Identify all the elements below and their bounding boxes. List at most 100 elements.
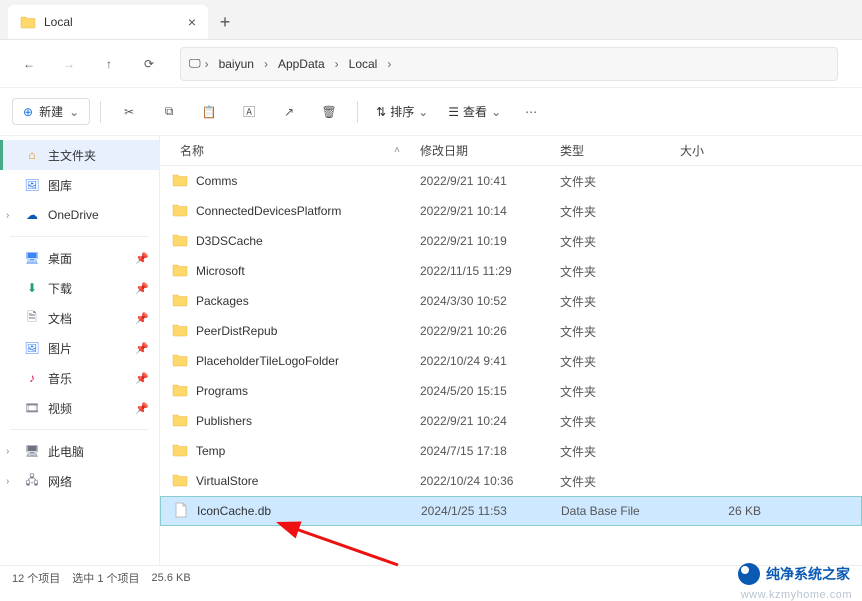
cloud-icon: ☁: [24, 207, 40, 223]
column-name[interactable]: 名称 ˄: [160, 142, 420, 159]
chevron-right-icon: ›: [264, 57, 268, 71]
paste-button[interactable]: 📋: [191, 94, 227, 130]
trash-icon: 🗑: [322, 105, 337, 119]
share-button[interactable]: ↗: [271, 94, 307, 130]
up-button[interactable]: ↑: [92, 47, 126, 81]
file-name: VirtualStore: [196, 474, 258, 488]
folder-icon: [172, 292, 188, 311]
file-row[interactable]: ConnectedDevicesPlatform2022/9/21 10:14文…: [160, 196, 862, 226]
sidebar-item-pictures[interactable]: 🖼 图片 📌: [0, 333, 159, 363]
file-type: 文件夹: [560, 443, 680, 460]
file-date: 2022/9/21 10:19: [420, 234, 560, 248]
sidebar-label: 下载: [48, 280, 72, 297]
sidebar-item-onedrive[interactable]: › ☁ OneDrive: [0, 200, 159, 230]
sidebar-item-videos[interactable]: 🎞 视频 📌: [0, 393, 159, 423]
rename-button[interactable]: 🄰: [231, 94, 267, 130]
chevron-right-icon: ›: [205, 57, 209, 71]
chevron-right-icon[interactable]: ›: [6, 476, 9, 487]
close-tab-icon[interactable]: ×: [188, 14, 196, 30]
file-row[interactable]: IconCache.db2024/1/25 11:53Data Base Fil…: [160, 496, 862, 526]
separator: [10, 429, 149, 430]
chevron-right-icon[interactable]: ›: [6, 446, 9, 457]
main-area: ⌂ 主文件夹 🖼 图库 › ☁ OneDrive 🖥 桌面 📌 ⬇ 下载 📌 🗎…: [0, 136, 862, 565]
sort-asc-icon: ˄: [394, 145, 400, 156]
file-date: 2022/9/21 10:41: [420, 174, 560, 188]
new-button[interactable]: ⊕ 新建 ⌄: [12, 98, 90, 125]
file-date: 2022/9/21 10:26: [420, 324, 560, 338]
sort-button[interactable]: ⇅ 排序 ⌄: [368, 99, 436, 124]
file-row[interactable]: Temp2024/7/15 17:18文件夹: [160, 436, 862, 466]
sidebar-item-network[interactable]: › 🖧 网络: [0, 466, 159, 496]
back-button[interactable]: ←: [12, 47, 46, 81]
list-icon: ☰: [448, 105, 459, 119]
chevron-right-icon: ›: [335, 57, 339, 71]
chevron-right-icon[interactable]: ›: [6, 210, 9, 221]
desktop-icon: 🖥: [24, 250, 40, 266]
tab-bar: Local × +: [0, 0, 862, 40]
folder-icon: [20, 14, 36, 30]
sidebar-item-downloads[interactable]: ⬇ 下载 📌: [0, 273, 159, 303]
address-bar[interactable]: 🖵 › baiyun › AppData › Local ›: [180, 47, 838, 81]
tab-title: Local: [44, 15, 73, 29]
new-tab-button[interactable]: +: [208, 5, 242, 39]
file-name: Packages: [196, 294, 249, 308]
pc-icon: 🖥: [24, 443, 40, 459]
file-size: 26 KB: [681, 504, 781, 518]
tab-local[interactable]: Local ×: [8, 5, 208, 39]
forward-button[interactable]: →: [52, 47, 86, 81]
rename-icon: 🄰: [243, 103, 255, 120]
file-list[interactable]: Comms2022/9/21 10:41文件夹ConnectedDevicesP…: [160, 166, 862, 565]
sidebar-item-thispc[interactable]: › 🖥 此电脑: [0, 436, 159, 466]
file-row[interactable]: D3DSCache2022/9/21 10:19文件夹: [160, 226, 862, 256]
watermark-url: www.kzmyhome.com: [741, 589, 852, 601]
breadcrumb-item[interactable]: AppData: [272, 57, 331, 71]
sidebar-item-desktop[interactable]: 🖥 桌面 📌: [0, 243, 159, 273]
file-row[interactable]: Packages2024/3/30 10:52文件夹: [160, 286, 862, 316]
chevron-right-icon: ›: [387, 57, 391, 71]
breadcrumb-item[interactable]: baiyun: [213, 57, 260, 71]
pin-icon[interactable]: 📌: [135, 402, 149, 415]
copy-button[interactable]: ⧉: [151, 94, 187, 130]
view-button[interactable]: ☰ 查看 ⌄: [440, 99, 509, 124]
breadcrumb-item[interactable]: Local: [343, 57, 384, 71]
separator: [100, 101, 101, 123]
copy-icon: ⧉: [165, 104, 174, 119]
file-row[interactable]: Microsoft2022/11/15 11:29文件夹: [160, 256, 862, 286]
separator: [357, 101, 358, 123]
pin-icon[interactable]: 📌: [135, 282, 149, 295]
sort-icon: ⇅: [376, 105, 386, 119]
sidebar-label: 此电脑: [48, 443, 84, 460]
file-type: 文件夹: [560, 203, 680, 220]
document-icon: 🗎: [24, 310, 40, 326]
pin-icon[interactable]: 📌: [135, 342, 149, 355]
file-row[interactable]: Programs2024/5/20 15:15文件夹: [160, 376, 862, 406]
file-row[interactable]: Comms2022/9/21 10:41文件夹: [160, 166, 862, 196]
more-button[interactable]: ⋯: [513, 94, 549, 130]
pictures-icon: 🖼: [24, 340, 40, 356]
sidebar-item-gallery[interactable]: 🖼 图库: [0, 170, 159, 200]
pin-icon[interactable]: 📌: [135, 372, 149, 385]
file-row[interactable]: VirtualStore2022/10/24 10:36文件夹: [160, 466, 862, 496]
folder-icon: [172, 442, 188, 461]
column-size[interactable]: 大小: [680, 142, 780, 159]
video-icon: 🎞: [24, 400, 40, 416]
sidebar: ⌂ 主文件夹 🖼 图库 › ☁ OneDrive 🖥 桌面 📌 ⬇ 下载 📌 🗎…: [0, 136, 160, 565]
separator: [10, 236, 149, 237]
refresh-button[interactable]: ⟳: [132, 47, 166, 81]
file-row[interactable]: PeerDistRepub2022/9/21 10:26文件夹: [160, 316, 862, 346]
file-row[interactable]: PlaceholderTileLogoFolder2022/10/24 9:41…: [160, 346, 862, 376]
file-date: 2024/5/20 15:15: [420, 384, 560, 398]
cut-button[interactable]: ✂: [111, 94, 147, 130]
file-row[interactable]: Publishers2022/9/21 10:24文件夹: [160, 406, 862, 436]
sidebar-item-music[interactable]: ♪ 音乐 📌: [0, 363, 159, 393]
pin-icon[interactable]: 📌: [135, 252, 149, 265]
column-date[interactable]: 修改日期: [420, 142, 560, 159]
pin-icon[interactable]: 📌: [135, 312, 149, 325]
column-type[interactable]: 类型: [560, 142, 680, 159]
sidebar-item-home[interactable]: ⌂ 主文件夹: [0, 140, 159, 170]
sidebar-item-documents[interactable]: 🗎 文档 📌: [0, 303, 159, 333]
share-icon: ↗: [284, 105, 294, 119]
file-name: PlaceholderTileLogoFolder: [196, 354, 339, 368]
file-type: 文件夹: [560, 383, 680, 400]
delete-button[interactable]: 🗑: [311, 94, 347, 130]
